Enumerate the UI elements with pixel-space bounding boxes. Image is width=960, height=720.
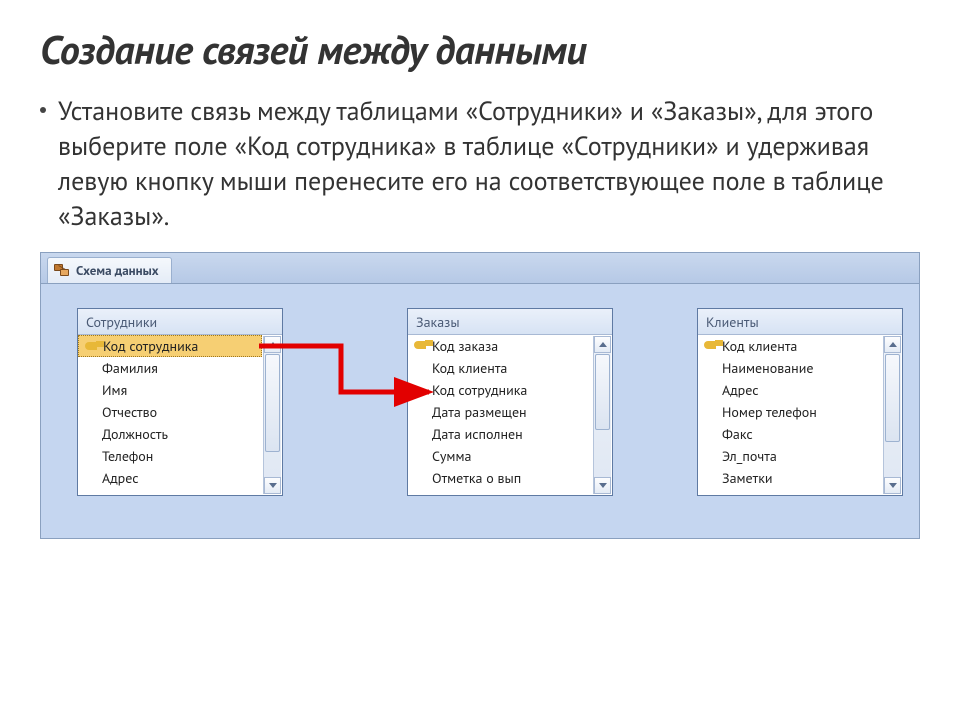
scroll-thumb[interactable]: [595, 354, 610, 430]
field-row[interactable]: Заметки: [698, 467, 882, 489]
scrollbar[interactable]: [593, 336, 611, 494]
scroll-down-button[interactable]: [884, 477, 901, 494]
scroll-up-button[interactable]: [264, 336, 281, 353]
scroll-down-button[interactable]: [264, 477, 281, 494]
field-row[interactable]: Должность: [78, 423, 262, 445]
bullet-row: Установите связь между таблицами «Сотруд…: [40, 94, 920, 234]
relationships-canvas[interactable]: Сотрудники Код сотрудника Фамилия Имя От…: [41, 284, 919, 538]
schema-tab[interactable]: Схема данных: [47, 257, 172, 283]
scroll-up-button[interactable]: [594, 336, 611, 353]
access-screenshot: Схема данных Сотрудники Код сотрудника Ф…: [40, 252, 920, 539]
field-row[interactable]: Адрес: [698, 379, 882, 401]
field-row[interactable]: Телефон: [78, 445, 262, 467]
schema-tab-label: Схема данных: [76, 262, 159, 279]
table-clients[interactable]: Клиенты Код клиента Наименование Адрес Н…: [697, 308, 903, 496]
scrollbar[interactable]: [263, 336, 281, 494]
chevron-up-icon: [599, 342, 607, 347]
field-list: Код клиента Наименование Адрес Номер тел…: [698, 335, 902, 495]
bullet-dot: [40, 107, 46, 113]
scrollbar[interactable]: [883, 336, 901, 494]
chevron-up-icon: [269, 342, 277, 347]
table-orders[interactable]: Заказы Код заказа Код клиента Код сотруд…: [407, 308, 613, 496]
field-row[interactable]: Имя: [78, 379, 262, 401]
field-row[interactable]: Эл_почта: [698, 445, 882, 467]
table-title: Заказы: [408, 309, 612, 335]
field-row[interactable]: Номер телефон: [698, 401, 882, 423]
field-row[interactable]: Код сотрудника: [408, 379, 592, 401]
scroll-thumb[interactable]: [885, 354, 900, 442]
table-title: Сотрудники: [78, 309, 282, 335]
table-title: Клиенты: [698, 309, 902, 335]
field-row[interactable]: Отчество: [78, 401, 262, 423]
field-row[interactable]: Отметка о вып: [408, 467, 592, 489]
slide: Создание связей между данными Установите…: [0, 0, 960, 720]
slide-body-text: Установите связь между таблицами «Сотруд…: [58, 94, 920, 234]
field-row[interactable]: Сумма: [408, 445, 592, 467]
field-row[interactable]: Дата исполнен: [408, 423, 592, 445]
field-row[interactable]: Наименование: [698, 357, 882, 379]
table-employees[interactable]: Сотрудники Код сотрудника Фамилия Имя От…: [77, 308, 283, 496]
field-row[interactable]: Адрес: [78, 467, 262, 489]
field-row[interactable]: Код клиента: [408, 357, 592, 379]
field-row-key-selected[interactable]: Код сотрудника: [78, 335, 262, 357]
chevron-down-icon: [269, 483, 277, 488]
chevron-up-icon: [889, 342, 897, 347]
scroll-thumb[interactable]: [265, 354, 280, 452]
field-row[interactable]: Факс: [698, 423, 882, 445]
chevron-down-icon: [889, 483, 897, 488]
field-row-key[interactable]: Код клиента: [698, 335, 882, 357]
field-list: Код сотрудника Фамилия Имя Отчество Долж…: [78, 335, 282, 495]
field-row[interactable]: Дата размещен: [408, 401, 592, 423]
slide-title: Создание связей между данными: [40, 24, 920, 76]
scroll-up-button[interactable]: [884, 336, 901, 353]
document-tab-bar: Схема данных: [41, 252, 919, 284]
chevron-down-icon: [599, 483, 607, 488]
field-row-key[interactable]: Код заказа: [408, 335, 592, 357]
field-list: Код заказа Код клиента Код сотрудника Да…: [408, 335, 612, 495]
scroll-down-button[interactable]: [594, 477, 611, 494]
relationships-icon: [54, 264, 70, 278]
field-row[interactable]: Фамилия: [78, 357, 262, 379]
